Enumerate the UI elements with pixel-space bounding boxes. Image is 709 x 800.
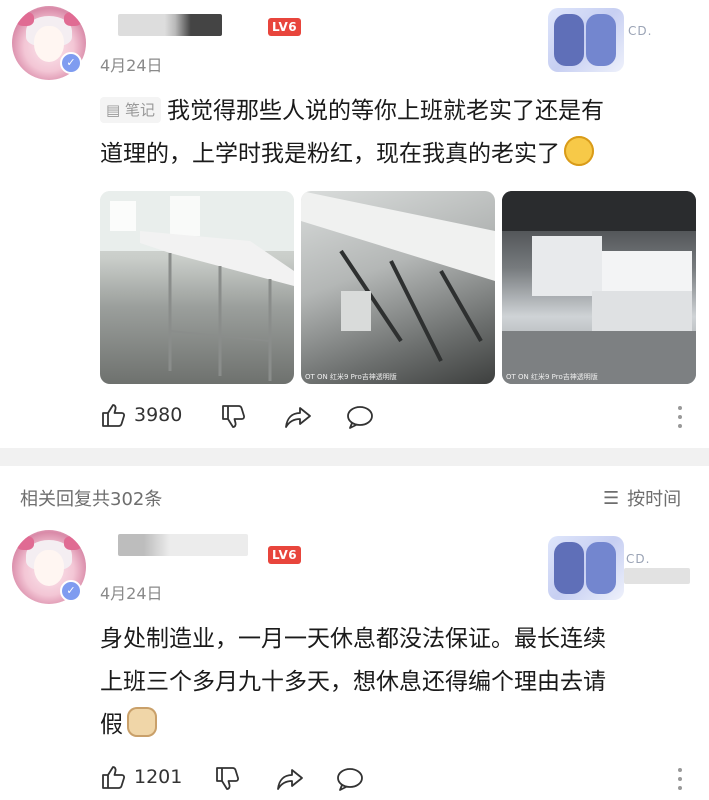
vertical-dots-icon bbox=[678, 768, 682, 790]
dog-emoji-icon bbox=[127, 707, 157, 737]
share-button[interactable] bbox=[284, 404, 312, 434]
like-button[interactable]: 3980 bbox=[100, 402, 182, 428]
note-tag-label: 笔记 bbox=[124, 101, 155, 119]
more-options-button[interactable] bbox=[676, 766, 684, 796]
post-text-line-1: 我觉得那些人说的等你上班就老实了还是有 bbox=[166, 98, 604, 124]
reply-text-line-1: 身处制造业，一月一天休息都没法保证。最长连续 bbox=[100, 626, 606, 652]
note-tag: ▤ 笔记 bbox=[100, 97, 161, 123]
comment-bubble-icon bbox=[347, 406, 373, 429]
reply-body: 身处制造业，一月一天休息都没法保证。最长连续 上班三个多月九十多天，想休息还得编… bbox=[100, 618, 700, 747]
thumbs-up-icon bbox=[102, 404, 126, 427]
sort-label: 按时间 bbox=[627, 489, 682, 510]
more-options-button[interactable] bbox=[676, 404, 684, 434]
post-image-3[interactable]: OT ON 红米9 Pro吉神透明版 bbox=[502, 191, 696, 384]
post-image-1[interactable] bbox=[100, 191, 294, 384]
like-count: 3980 bbox=[134, 404, 183, 426]
share-button[interactable] bbox=[276, 766, 304, 796]
machinery-illustration bbox=[502, 191, 696, 384]
sort-by-time-button[interactable]: ☰ 按时间 bbox=[603, 485, 681, 511]
post-body: ▤ 笔记 我觉得那些人说的等你上班就老实了还是有 道理的，上学时我是粉红，现在我真… bbox=[100, 90, 700, 176]
vertical-dots-icon bbox=[678, 406, 682, 428]
share-arrow-icon bbox=[277, 769, 303, 790]
like-count: 1201 bbox=[134, 766, 183, 788]
comment-button[interactable] bbox=[336, 766, 364, 796]
sort-lines-icon: ☰ bbox=[603, 487, 620, 509]
thumbs-down-icon bbox=[216, 767, 240, 790]
verified-badge-icon: ✓ bbox=[60, 580, 82, 602]
share-arrow-icon bbox=[285, 407, 311, 428]
flushed-emoji-icon bbox=[564, 136, 594, 166]
post-date: 4月24日 bbox=[100, 56, 163, 75]
reply-text-line-3: 假 bbox=[100, 712, 123, 738]
steel-frame-illustration bbox=[301, 191, 495, 362]
like-button[interactable]: 1201 bbox=[100, 764, 182, 790]
thumbs-down-icon bbox=[222, 405, 246, 428]
replies-count-title: 相关回复共302条 bbox=[20, 489, 163, 510]
image-watermark: OT ON 红米9 Pro吉神透明版 bbox=[506, 373, 598, 381]
level-badge: LV6 bbox=[268, 18, 302, 36]
post-username-redacted[interactable] bbox=[118, 14, 222, 36]
dislike-button[interactable] bbox=[214, 766, 240, 796]
thumbs-up-icon bbox=[102, 766, 126, 789]
decoration-label: CD. bbox=[628, 24, 653, 38]
reply-date: 4月24日 bbox=[100, 584, 163, 603]
comment-bubble-icon bbox=[337, 768, 363, 791]
dislike-button[interactable] bbox=[220, 404, 246, 434]
image-watermark: OT ON 红米9 Pro吉神透明版 bbox=[305, 373, 397, 381]
section-divider bbox=[0, 448, 709, 466]
reply-username-redacted[interactable] bbox=[118, 534, 248, 556]
decoration-label: CD. bbox=[626, 552, 651, 566]
level-badge: LV6 bbox=[268, 546, 302, 564]
user-decoration-badge bbox=[548, 536, 624, 600]
factory-table-illustration bbox=[100, 191, 294, 381]
post-image-2[interactable]: OT ON 红米9 Pro吉神透明版 bbox=[301, 191, 495, 384]
user-decoration-badge bbox=[548, 8, 624, 72]
comment-button[interactable] bbox=[346, 404, 374, 434]
reply-text-line-2: 上班三个多月九十多天，想休息还得编个理由去请 bbox=[100, 669, 606, 695]
note-icon: ▤ bbox=[106, 101, 125, 119]
verified-badge-icon: ✓ bbox=[60, 52, 82, 74]
decoration-redacted-text bbox=[624, 568, 690, 584]
post-text-line-2: 道理的，上学时我是粉红，现在我真的老实了 bbox=[100, 141, 560, 167]
